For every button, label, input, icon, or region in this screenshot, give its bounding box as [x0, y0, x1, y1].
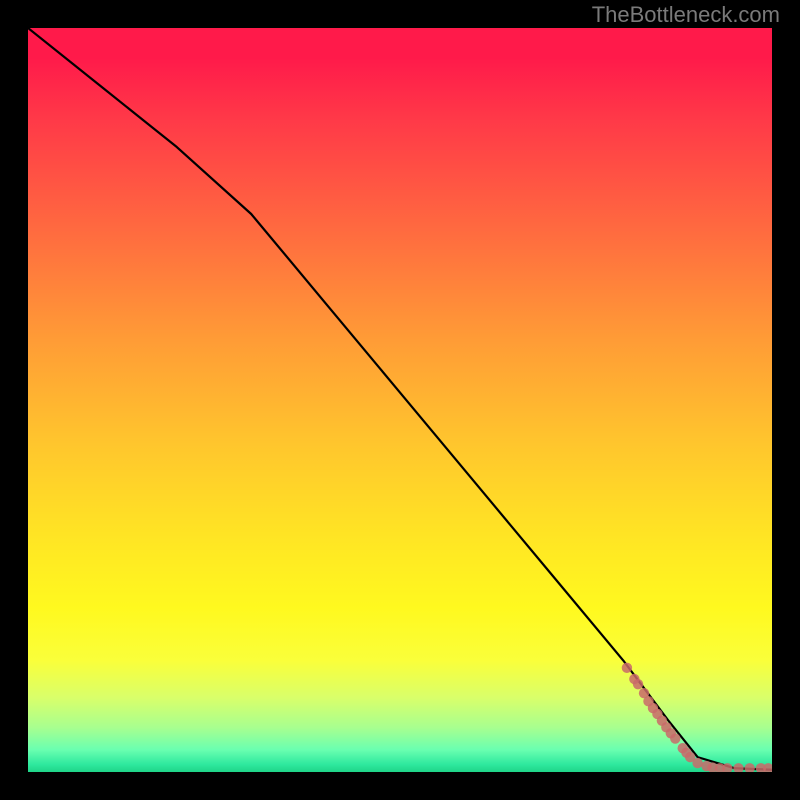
- attribution-text: TheBottleneck.com: [592, 2, 780, 28]
- plot-svg: [28, 28, 772, 772]
- plot-area: [28, 28, 772, 772]
- curve-line: [28, 28, 772, 770]
